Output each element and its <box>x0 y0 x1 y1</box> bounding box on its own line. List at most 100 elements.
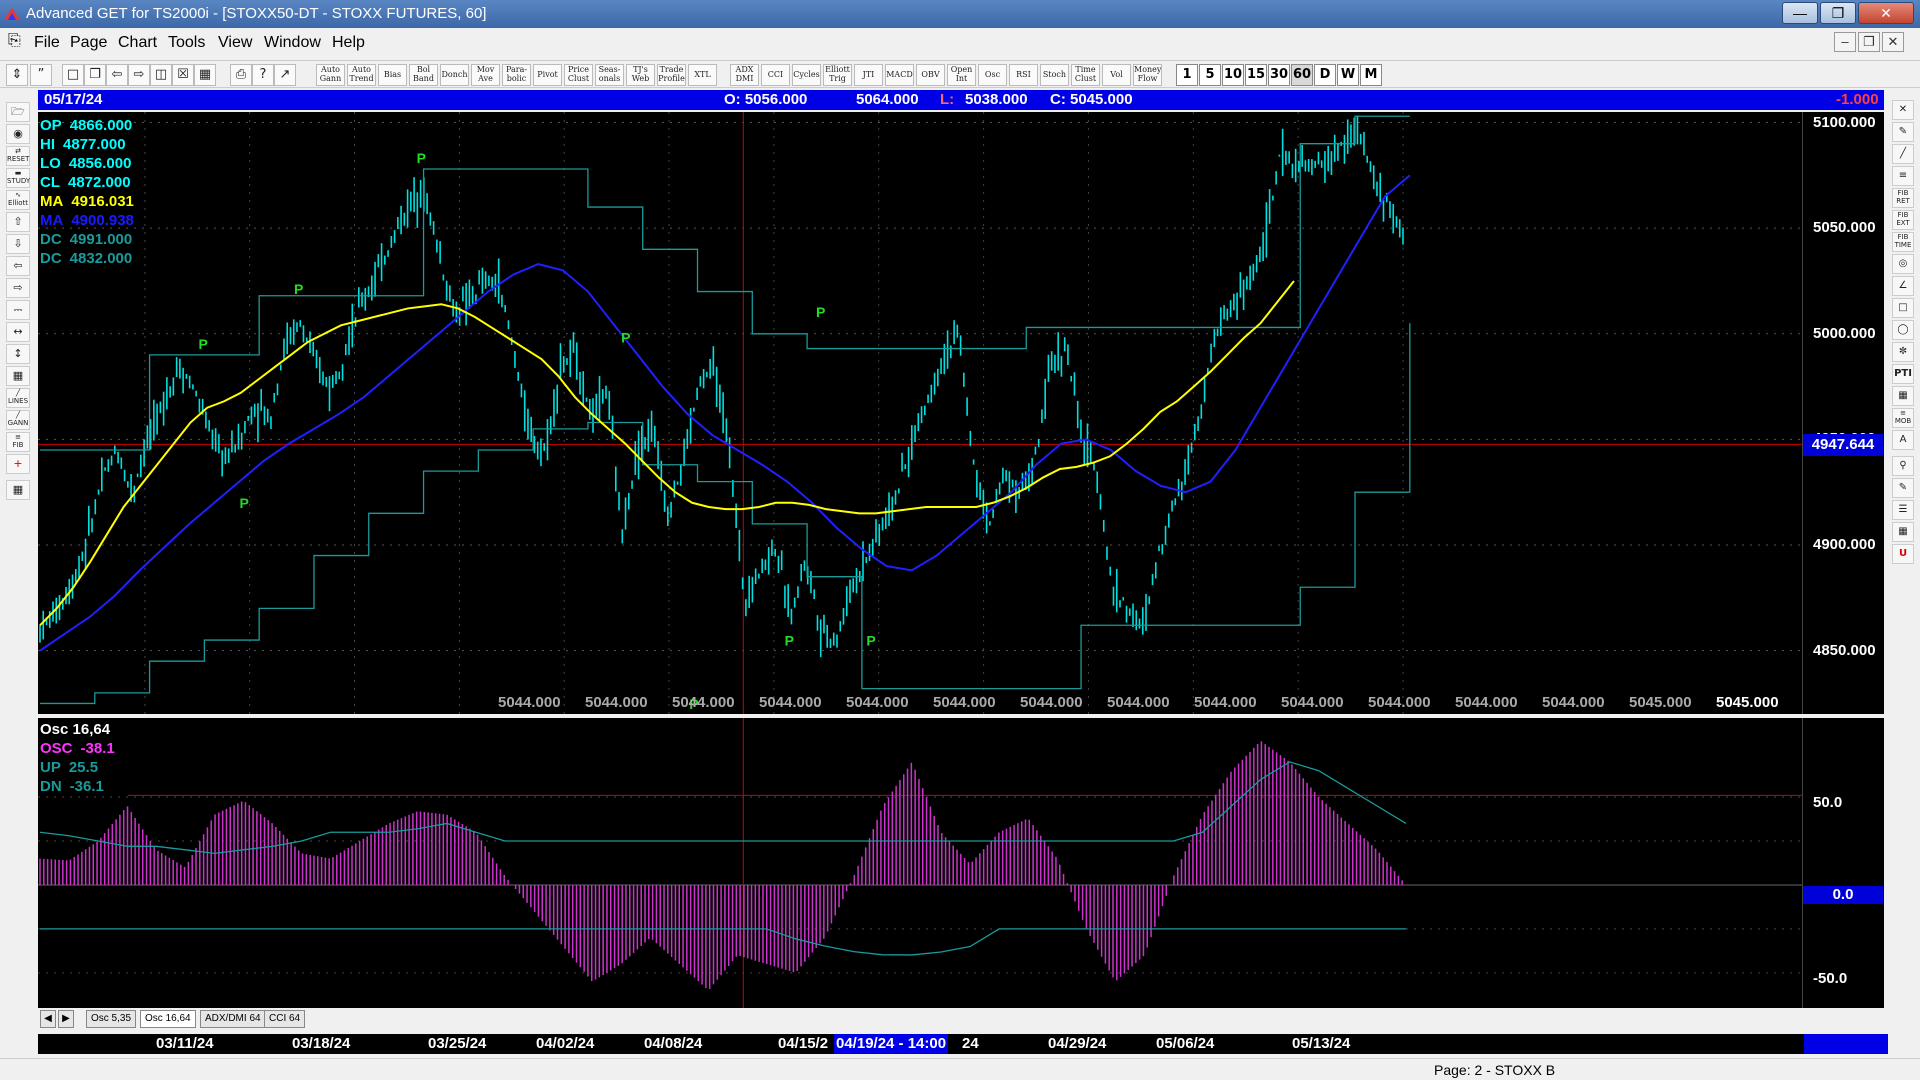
ellipse-icon[interactable]: ◯ <box>1892 320 1914 340</box>
indicator-button-0[interactable]: ADX DMI <box>730 64 759 86</box>
help-icon[interactable]: ? <box>252 64 274 86</box>
study-button-11[interactable]: Trade Profile <box>657 64 686 86</box>
grid-icon[interactable]: ▦ <box>194 64 216 86</box>
pti-icon[interactable]: PTI <box>1892 364 1914 384</box>
timeframe-button-M[interactable]: M <box>1360 64 1382 86</box>
study-button-10[interactable]: TJ's Web <box>626 64 655 86</box>
back-icon[interactable]: ⇦ <box>106 64 128 86</box>
indicator-button-4[interactable]: JTI <box>854 64 883 86</box>
timeframe-button-5[interactable]: 5 <box>1199 64 1221 86</box>
quote-icon[interactable]: ” <box>30 64 52 86</box>
mob-icon[interactable]: ≡ MOB <box>1892 408 1914 428</box>
study-button-7[interactable]: Pivot <box>533 64 562 86</box>
tab-adx-dmi-64[interactable]: ADX/DMI 64 <box>200 1010 266 1028</box>
menu-tools[interactable]: Tools <box>168 34 205 52</box>
layout-icon[interactable]: ◫ <box>150 64 172 86</box>
mdi-close-button[interactable]: ✕ <box>1882 32 1904 52</box>
oscillator-panel[interactable]: Osc 16,64 OSC -38.1 UP 25.5 DN -36.1 <box>38 718 1802 1008</box>
indicator-button-12[interactable]: Vol <box>1102 64 1131 86</box>
price-chart-panel[interactable]: PPPPPPPPP OP 4866.000 HI 4877.000 LO 4856.000… <box>38 112 1802 714</box>
study-button-4[interactable]: Donch <box>440 64 469 86</box>
close-button[interactable]: ✕ <box>1858 2 1914 24</box>
timeframe-button-10[interactable]: 10 <box>1222 64 1244 86</box>
study-button-2[interactable]: Bias <box>378 64 407 86</box>
text-icon[interactable]: A <box>1892 430 1914 450</box>
delete-chart-icon[interactable]: ☒ <box>172 64 194 86</box>
zoom-icon[interactable]: ⚲ <box>1892 456 1914 476</box>
menu-page[interactable]: Page <box>70 34 107 52</box>
study-button-5[interactable]: Mov Ave <box>471 64 500 86</box>
tab-cci-64[interactable]: CCI 64 <box>264 1010 306 1028</box>
cursor-tool-icon[interactable]: ⇕ <box>6 64 28 86</box>
fib-ret-icon[interactable]: FIB RET <box>1892 188 1914 208</box>
crosshair-icon[interactable]: + <box>6 454 30 474</box>
study-button-6[interactable]: Para-bolic <box>502 64 531 86</box>
indicator-button-10[interactable]: Stoch <box>1040 64 1069 86</box>
spiral-icon[interactable]: ◎ <box>1892 254 1914 274</box>
indicator-button-7[interactable]: Open Int <box>947 64 976 86</box>
menu-view[interactable]: View <box>218 34 252 52</box>
open-folder-icon[interactable]: 🗁 <box>6 102 30 122</box>
maximize-button[interactable]: ❐ <box>1820 2 1856 24</box>
mdi-minimize-button[interactable]: – <box>1834 32 1856 52</box>
fan-icon[interactable]: ∠ <box>1892 276 1914 296</box>
tab-scroll-right[interactable]: ▶ <box>58 1010 74 1028</box>
list-icon[interactable]: ☰ <box>1892 500 1914 520</box>
study-button-0[interactable]: Auto Gann <box>316 64 345 86</box>
pencil-icon[interactable]: ✎ <box>1892 122 1914 142</box>
gann-icon[interactable]: ╱ GANN <box>6 410 30 430</box>
magnet-icon[interactable]: U <box>1892 544 1914 564</box>
arrow-up-icon[interactable]: ⇧ <box>6 212 30 232</box>
calculator-icon[interactable]: ▦ <box>1892 522 1914 542</box>
study-button-3[interactable]: Bol Band <box>409 64 438 86</box>
tab-scroll-left[interactable]: ◀ <box>40 1010 56 1028</box>
study-button-1[interactable]: Auto Trend <box>347 64 376 86</box>
indicator-button-8[interactable]: Osc <box>978 64 1007 86</box>
indicator-button-13[interactable]: Money Flow <box>1133 64 1162 86</box>
copy-icon[interactable]: ❐ <box>84 64 106 86</box>
scrollbar-track[interactable] <box>1804 1034 1888 1054</box>
context-help-icon[interactable]: ↗ <box>274 64 296 86</box>
oscillator-scale[interactable]: 50.0 -50.0 <box>1802 718 1884 1008</box>
indicator-button-11[interactable]: Time Clust <box>1071 64 1100 86</box>
timeframe-button-60[interactable]: 60 <box>1291 64 1313 86</box>
menu-chart[interactable]: Chart <box>118 34 157 52</box>
study-icon[interactable]: ▬ STUDY <box>6 168 30 188</box>
reset-icon[interactable]: ⇄ RESET <box>6 146 30 166</box>
study-button-9[interactable]: Seas-onals <box>595 64 624 86</box>
indicator-button-9[interactable]: RSI <box>1009 64 1038 86</box>
menu-window[interactable]: Window <box>264 34 321 52</box>
expand-vertical-icon[interactable]: ↕ <box>6 344 30 364</box>
indicator-button-2[interactable]: Cycles <box>792 64 821 86</box>
arrow-down-icon[interactable]: ⇩ <box>6 234 30 254</box>
expand-horizontal-icon[interactable]: ↔ <box>6 322 30 342</box>
minimize-button[interactable]: — <box>1782 2 1818 24</box>
menu-file[interactable]: File <box>34 34 60 52</box>
close-x-icon[interactable]: ✕ <box>1892 100 1914 120</box>
bar-width-icon[interactable]: ⎓ <box>6 300 30 320</box>
elliott-icon[interactable]: ∿ Elliott <box>6 190 30 210</box>
binoculars-icon[interactable]: ◉ <box>6 124 30 144</box>
timeframe-button-1[interactable]: 1 <box>1176 64 1198 86</box>
new-page-icon[interactable]: □ <box>62 64 84 86</box>
lines-icon[interactable]: ╱ LINES <box>6 388 30 408</box>
fib-icon[interactable]: ≡ FIB <box>6 432 30 452</box>
mdi-restore-button[interactable]: ❐ <box>1858 32 1880 52</box>
template-icon[interactable]: ▦ <box>6 480 30 500</box>
fib-time-icon[interactable]: FIB TIME <box>1892 232 1914 252</box>
indicator-button-5[interactable]: MACD <box>885 64 914 86</box>
grid-lines-icon[interactable]: ▦ <box>1892 386 1914 406</box>
timeframe-button-D[interactable]: D <box>1314 64 1336 86</box>
menu-help[interactable]: Help <box>332 34 365 52</box>
fib-ext-icon[interactable]: FIB EXT <box>1892 210 1914 230</box>
channel-icon[interactable]: ≡ <box>1892 166 1914 186</box>
indicator-button-6[interactable]: OBV <box>916 64 945 86</box>
timeframe-button-15[interactable]: 15 <box>1245 64 1267 86</box>
forward-icon[interactable]: ⇨ <box>128 64 150 86</box>
trendline-icon[interactable]: ╱ <box>1892 144 1914 164</box>
table-icon[interactable]: ▦ <box>6 366 30 386</box>
timeframe-button-30[interactable]: 30 <box>1268 64 1290 86</box>
price-scale[interactable]: 5100.0005050.0005000.0004950.0004900.000… <box>1802 112 1884 714</box>
study-button-8[interactable]: Price Clust <box>564 64 593 86</box>
rectangle-icon[interactable]: □ <box>1892 298 1914 318</box>
